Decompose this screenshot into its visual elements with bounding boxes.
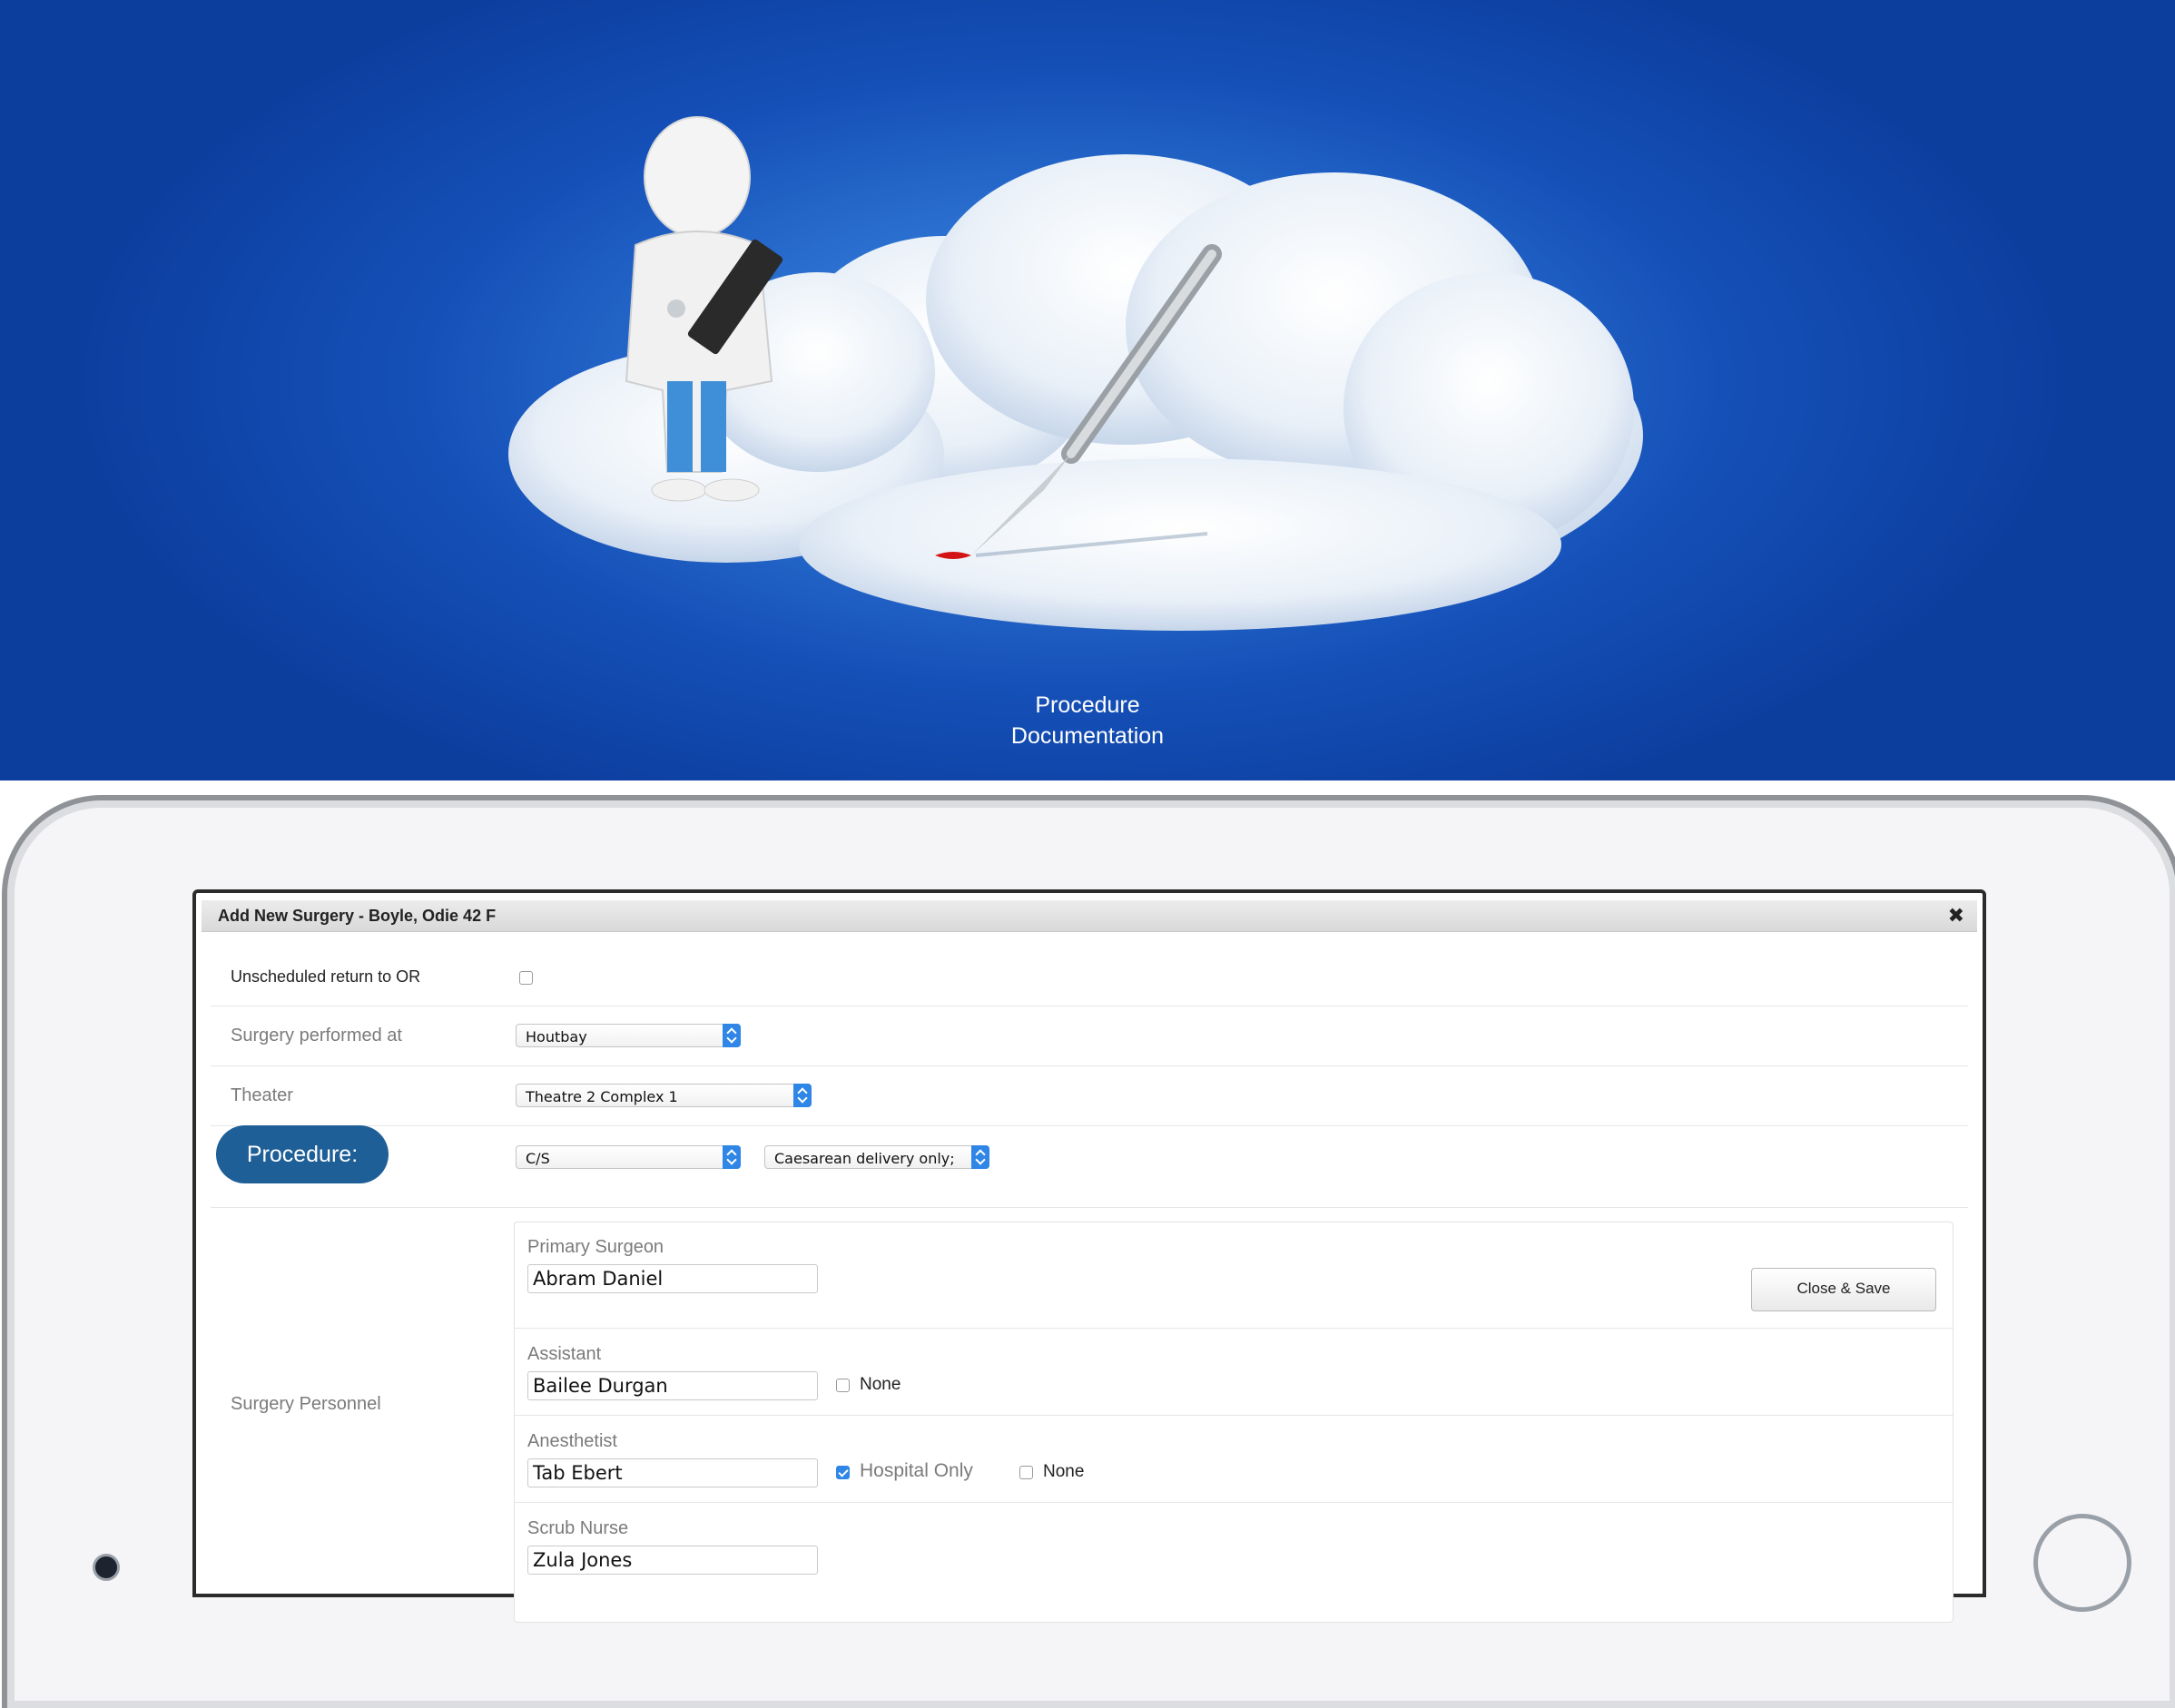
select-arrows-icon: [723, 1024, 741, 1047]
hero-caption-line2: Documentation: [1010, 723, 1165, 749]
personnel-panel: Primary Surgeon Abram Daniel Close & Sav…: [514, 1222, 1954, 1623]
home-button[interactable]: [2033, 1514, 2131, 1612]
primary-surgeon-label: Primary Surgeon: [527, 1237, 664, 1257]
anesthetist-none-checkbox[interactable]: [1019, 1466, 1033, 1479]
anesthetist-input[interactable]: Tab Ebert: [527, 1458, 818, 1487]
procedure-code-select[interactable]: C/S: [516, 1145, 741, 1169]
divider: [515, 1502, 1953, 1503]
divider: [211, 1125, 1968, 1126]
procedure-description-select[interactable]: Caesarean delivery only;: [764, 1145, 989, 1169]
select-arrows-icon: [723, 1145, 741, 1169]
assistant-label: Assistant: [527, 1344, 602, 1364]
dialog-header: Add New Surgery - Boyle, Odie 42 F ✖: [202, 900, 1977, 932]
hero-caption: Procedure Documentation: [0, 690, 2175, 751]
divider: [515, 1328, 1953, 1329]
procedure-pill: Procedure:: [216, 1125, 389, 1183]
dialog-title: Add New Surgery - Boyle, Odie 42 F: [218, 907, 497, 925]
camera-icon: [93, 1554, 120, 1581]
scrub-nurse-label: Scrub Nurse: [527, 1518, 629, 1538]
unscheduled-checkbox[interactable]: [519, 971, 533, 985]
theater-label: Theater: [231, 1085, 293, 1105]
primary-surgeon-input[interactable]: Abram Daniel: [527, 1264, 818, 1293]
select-arrows-icon: [793, 1084, 812, 1107]
theater-value: Theatre 2 Complex 1: [526, 1088, 678, 1105]
hospital-only-label: Hospital Only: [860, 1460, 973, 1481]
assistant-input[interactable]: Bailee Durgan: [527, 1371, 818, 1400]
procedure-description-value: Caesarean delivery only;: [774, 1150, 955, 1167]
hero-caption-line1: Procedure: [1035, 692, 1140, 718]
unscheduled-label: Unscheduled return to OR: [231, 967, 421, 986]
surgery-personnel-label: Surgery Personnel: [231, 1394, 381, 1414]
anesthetist-label: Anesthetist: [527, 1431, 617, 1451]
theater-select[interactable]: Theatre 2 Complex 1: [516, 1084, 812, 1107]
assistant-none-checkbox[interactable]: [836, 1379, 850, 1392]
anesthetist-none-label: None: [1043, 1462, 1085, 1481]
hospital-only-checkbox[interactable]: [836, 1466, 850, 1479]
procedure-code-value: C/S: [526, 1150, 550, 1167]
hero-banner: Procedure Documentation: [0, 0, 2175, 780]
close-icon[interactable]: ✖: [1948, 904, 1964, 928]
performed-at-label: Surgery performed at: [231, 1026, 402, 1045]
performed-at-value: Houtbay: [526, 1028, 587, 1045]
assistant-none-label: None: [860, 1375, 901, 1394]
cloud-doctor-illustration: [508, 116, 1643, 631]
close-and-save-button[interactable]: Close & Save: [1751, 1268, 1936, 1311]
divider: [211, 1207, 1968, 1208]
divider: [515, 1415, 1953, 1416]
performed-at-select[interactable]: Houtbay: [516, 1024, 741, 1047]
select-arrows-icon: [971, 1145, 989, 1169]
divider: [211, 1065, 1968, 1066]
scrub-nurse-input[interactable]: Zula Jones: [527, 1546, 818, 1575]
add-surgery-dialog: Add New Surgery - Boyle, Odie 42 F ✖ Uns…: [192, 889, 1986, 1623]
